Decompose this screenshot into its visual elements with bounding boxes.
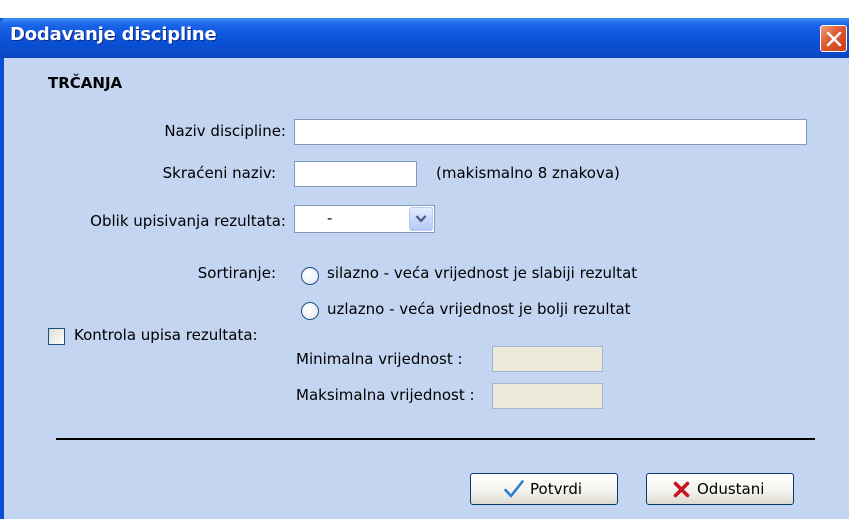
close-button[interactable] <box>820 25 847 52</box>
potvrdi-button[interactable]: Potvrdi <box>470 473 618 505</box>
odustani-button[interactable]: Odustani <box>646 473 794 505</box>
separator-line <box>56 438 815 440</box>
sort-ascending-radio[interactable] <box>301 302 319 320</box>
checkmark-icon <box>504 480 524 498</box>
kontrola-upisa-label[interactable]: Kontrola upisa rezultata: <box>74 326 258 344</box>
dialog-window: Dodavanje discipline TRČANJA Naziv disci… <box>0 18 849 519</box>
naziv-discipline-input[interactable] <box>294 119 807 145</box>
close-icon <box>826 31 842 47</box>
title-bar[interactable]: Dodavanje discipline <box>0 18 849 58</box>
dropdown-button[interactable] <box>409 207 433 231</box>
oblik-upisivanja-select[interactable]: - <box>294 205 435 233</box>
sort-descending-label[interactable]: silazno - veća vrijednost je slabiji rez… <box>327 264 637 282</box>
skraceni-naziv-input[interactable] <box>294 161 417 187</box>
skraceni-naziv-label: Skraćeni naziv: <box>162 164 276 182</box>
maksimalna-vrijednost-input <box>492 383 603 409</box>
minimalna-vrijednost-input <box>492 346 603 372</box>
oblik-upisivanja-label: Oblik upisivanja rezultata: <box>90 212 286 230</box>
window-title: Dodavanje discipline <box>10 24 217 45</box>
kontrola-upisa-checkbox[interactable] <box>48 328 65 345</box>
skraceni-naziv-hint: (makismalno 8 znakova) <box>436 164 620 182</box>
chevron-down-icon <box>415 215 427 223</box>
oblik-upisivanja-selected: - <box>327 209 333 227</box>
naziv-discipline-label: Naziv discipline: <box>164 122 286 140</box>
sort-ascending-label[interactable]: uzlazno - veća vrijednost je bolji rezul… <box>327 300 631 318</box>
x-icon <box>673 481 690 498</box>
dialog-body: TRČANJA Naziv discipline: Skraćeni naziv… <box>4 58 849 519</box>
maksimalna-vrijednost-label: Maksimalna vrijednost : <box>296 386 475 404</box>
potvrdi-label: Potvrdi <box>530 480 583 498</box>
sortiranje-label: Sortiranje: <box>197 264 276 282</box>
section-title: TRČANJA <box>48 74 123 92</box>
minimalna-vrijednost-label: Minimalna vrijednost : <box>296 350 463 368</box>
sort-descending-radio[interactable] <box>301 267 319 285</box>
odustani-label: Odustani <box>697 480 765 498</box>
